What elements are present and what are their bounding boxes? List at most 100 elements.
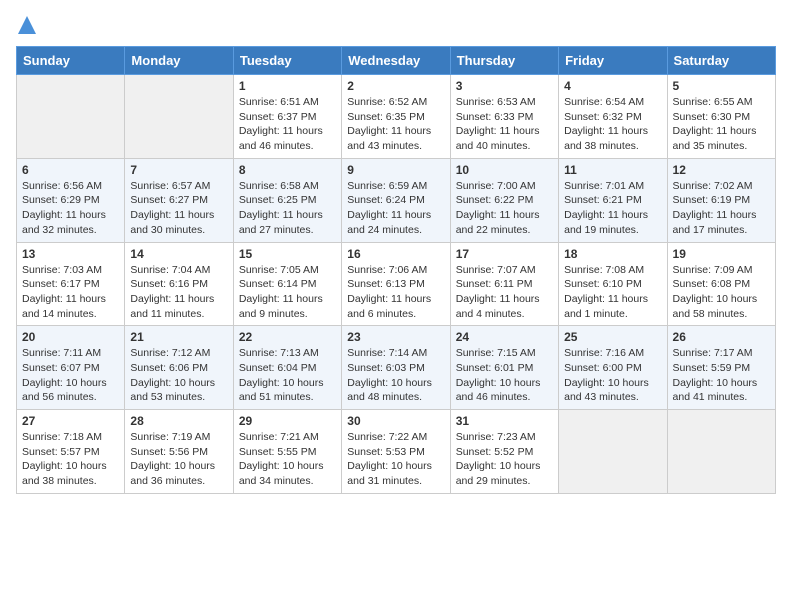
day-info: Sunrise: 6:53 AM Sunset: 6:33 PM Dayligh… — [456, 95, 553, 154]
day-number: 20 — [22, 330, 119, 344]
calendar-cell: 31Sunrise: 7:23 AM Sunset: 5:52 PM Dayli… — [450, 410, 558, 494]
calendar-week-row: 27 Sunrise: 7:18 AM Sunset: 5:57 PM Dayli… — [17, 410, 776, 494]
day-number: 30 — [347, 414, 444, 428]
calendar-header-thursday: Thursday — [450, 47, 558, 75]
day-number: 7 — [130, 163, 227, 177]
calendar-cell: 4 Sunrise: 6:54 AM Sunset: 6:32 PM Daylig… — [559, 75, 667, 159]
calendar-cell: 27 Sunrise: 7:18 AM Sunset: 5:57 PM Dayli… — [17, 410, 125, 494]
day-number: 26 — [673, 330, 770, 344]
day-number: 24 — [456, 330, 553, 344]
calendar-week-row: 20 Sunrise: 7:11 AM Sunset: 6:07 PM Dayli… — [17, 326, 776, 410]
calendar-cell: 10 Sunrise: 7:00 AM Sunset: 6:22 PM Dayli… — [450, 158, 558, 242]
day-info: Sunrise: 7:09 AM Sunset: 6:08 PM Dayligh… — [673, 263, 770, 322]
day-number: 28 — [130, 414, 227, 428]
day-info: Sunrise: 7:02 AM Sunset: 6:19 PM Dayligh… — [673, 179, 770, 238]
day-info: Sunrise: 7:17 AM Sunset: 5:59 PM Dayligh… — [673, 346, 770, 405]
calendar-cell: 8Sunrise: 6:58 AM Sunset: 6:25 PM Daylig… — [233, 158, 341, 242]
day-info: Sunrise: 7:05 AM Sunset: 6:14 PM Dayligh… — [239, 263, 336, 322]
day-number: 3 — [456, 79, 553, 93]
logo — [16, 16, 36, 34]
calendar-cell: 2 Sunrise: 6:52 AM Sunset: 6:35 PM Daylig… — [342, 75, 450, 159]
day-info: Sunrise: 7:04 AM Sunset: 6:16 PM Dayligh… — [130, 263, 227, 322]
calendar-cell — [667, 410, 775, 494]
day-info: Sunrise: 7:19 AM Sunset: 5:56 PM Dayligh… — [130, 430, 227, 489]
day-info: Sunrise: 6:56 AM Sunset: 6:29 PM Dayligh… — [22, 179, 119, 238]
calendar-cell: 6 Sunrise: 6:56 AM Sunset: 6:29 PM Daylig… — [17, 158, 125, 242]
calendar-cell: 15Sunrise: 7:05 AM Sunset: 6:14 PM Dayli… — [233, 242, 341, 326]
day-number: 9 — [347, 163, 444, 177]
day-number: 29 — [239, 414, 336, 428]
day-number: 19 — [673, 247, 770, 261]
calendar-cell: 28 Sunrise: 7:19 AM Sunset: 5:56 PM Dayli… — [125, 410, 233, 494]
calendar-cell: 7 Sunrise: 6:57 AM Sunset: 6:27 PM Daylig… — [125, 158, 233, 242]
day-number: 13 — [22, 247, 119, 261]
calendar-table: SundayMondayTuesdayWednesdayThursdayFrid… — [16, 46, 776, 494]
calendar-cell: 3 Sunrise: 6:53 AM Sunset: 6:33 PM Daylig… — [450, 75, 558, 159]
day-number: 11 — [564, 163, 661, 177]
calendar-header-sunday: Sunday — [17, 47, 125, 75]
day-info: Sunrise: 7:14 AM Sunset: 6:03 PM Dayligh… — [347, 346, 444, 405]
day-number: 27 — [22, 414, 119, 428]
calendar-cell: 19 Sunrise: 7:09 AM Sunset: 6:08 PM Dayli… — [667, 242, 775, 326]
day-info: Sunrise: 7:13 AM Sunset: 6:04 PM Dayligh… — [239, 346, 336, 405]
calendar-cell: 23 Sunrise: 7:14 AM Sunset: 6:03 PM Dayli… — [342, 326, 450, 410]
logo-icon — [18, 16, 36, 34]
day-info: Sunrise: 6:52 AM Sunset: 6:35 PM Dayligh… — [347, 95, 444, 154]
day-number: 8 — [239, 163, 336, 177]
calendar-header-wednesday: Wednesday — [342, 47, 450, 75]
calendar-header-row: SundayMondayTuesdayWednesdayThursdayFrid… — [17, 47, 776, 75]
day-info: Sunrise: 7:15 AM Sunset: 6:01 PM Dayligh… — [456, 346, 553, 405]
calendar-cell: 11 Sunrise: 7:01 AM Sunset: 6:21 PM Dayli… — [559, 158, 667, 242]
calendar-cell: 17 Sunrise: 7:07 AM Sunset: 6:11 PM Dayli… — [450, 242, 558, 326]
day-number: 14 — [130, 247, 227, 261]
day-number: 6 — [22, 163, 119, 177]
day-number: 4 — [564, 79, 661, 93]
day-info: Sunrise: 6:59 AM Sunset: 6:24 PM Dayligh… — [347, 179, 444, 238]
day-number: 17 — [456, 247, 553, 261]
day-number: 2 — [347, 79, 444, 93]
day-number: 16 — [347, 247, 444, 261]
day-number: 21 — [130, 330, 227, 344]
calendar-cell: 5 Sunrise: 6:55 AM Sunset: 6:30 PM Daylig… — [667, 75, 775, 159]
calendar-week-row: 1Sunrise: 6:51 AM Sunset: 6:37 PM Daylig… — [17, 75, 776, 159]
calendar-cell — [559, 410, 667, 494]
day-number: 23 — [347, 330, 444, 344]
day-number: 5 — [673, 79, 770, 93]
calendar-cell: 21Sunrise: 7:12 AM Sunset: 6:06 PM Dayli… — [125, 326, 233, 410]
day-info: Sunrise: 7:00 AM Sunset: 6:22 PM Dayligh… — [456, 179, 553, 238]
day-number: 31 — [456, 414, 553, 428]
calendar-cell: 1Sunrise: 6:51 AM Sunset: 6:37 PM Daylig… — [233, 75, 341, 159]
day-info: Sunrise: 7:16 AM Sunset: 6:00 PM Dayligh… — [564, 346, 661, 405]
day-info: Sunrise: 6:55 AM Sunset: 6:30 PM Dayligh… — [673, 95, 770, 154]
calendar-cell — [125, 75, 233, 159]
calendar-cell: 12 Sunrise: 7:02 AM Sunset: 6:19 PM Dayli… — [667, 158, 775, 242]
day-info: Sunrise: 6:54 AM Sunset: 6:32 PM Dayligh… — [564, 95, 661, 154]
day-info: Sunrise: 7:18 AM Sunset: 5:57 PM Dayligh… — [22, 430, 119, 489]
calendar-week-row: 6 Sunrise: 6:56 AM Sunset: 6:29 PM Daylig… — [17, 158, 776, 242]
day-number: 1 — [239, 79, 336, 93]
calendar-header-monday: Monday — [125, 47, 233, 75]
calendar-header-tuesday: Tuesday — [233, 47, 341, 75]
calendar-cell: 30 Sunrise: 7:22 AM Sunset: 5:53 PM Dayli… — [342, 410, 450, 494]
page-header — [16, 16, 776, 34]
calendar-cell: 24 Sunrise: 7:15 AM Sunset: 6:01 PM Dayli… — [450, 326, 558, 410]
calendar-header-friday: Friday — [559, 47, 667, 75]
calendar-week-row: 13Sunrise: 7:03 AM Sunset: 6:17 PM Dayli… — [17, 242, 776, 326]
day-info: Sunrise: 7:07 AM Sunset: 6:11 PM Dayligh… — [456, 263, 553, 322]
calendar-cell: 16Sunrise: 7:06 AM Sunset: 6:13 PM Dayli… — [342, 242, 450, 326]
day-info: Sunrise: 7:11 AM Sunset: 6:07 PM Dayligh… — [22, 346, 119, 405]
day-number: 10 — [456, 163, 553, 177]
day-info: Sunrise: 6:57 AM Sunset: 6:27 PM Dayligh… — [130, 179, 227, 238]
calendar-cell: 14 Sunrise: 7:04 AM Sunset: 6:16 PM Dayli… — [125, 242, 233, 326]
calendar-cell: 26 Sunrise: 7:17 AM Sunset: 5:59 PM Dayli… — [667, 326, 775, 410]
day-info: Sunrise: 7:01 AM Sunset: 6:21 PM Dayligh… — [564, 179, 661, 238]
day-number: 12 — [673, 163, 770, 177]
day-info: Sunrise: 7:22 AM Sunset: 5:53 PM Dayligh… — [347, 430, 444, 489]
day-number: 25 — [564, 330, 661, 344]
calendar-cell: 13Sunrise: 7:03 AM Sunset: 6:17 PM Dayli… — [17, 242, 125, 326]
calendar-cell: 25 Sunrise: 7:16 AM Sunset: 6:00 PM Dayli… — [559, 326, 667, 410]
calendar-cell: 29Sunrise: 7:21 AM Sunset: 5:55 PM Dayli… — [233, 410, 341, 494]
calendar-cell — [17, 75, 125, 159]
calendar-cell: 20 Sunrise: 7:11 AM Sunset: 6:07 PM Dayli… — [17, 326, 125, 410]
day-number: 18 — [564, 247, 661, 261]
